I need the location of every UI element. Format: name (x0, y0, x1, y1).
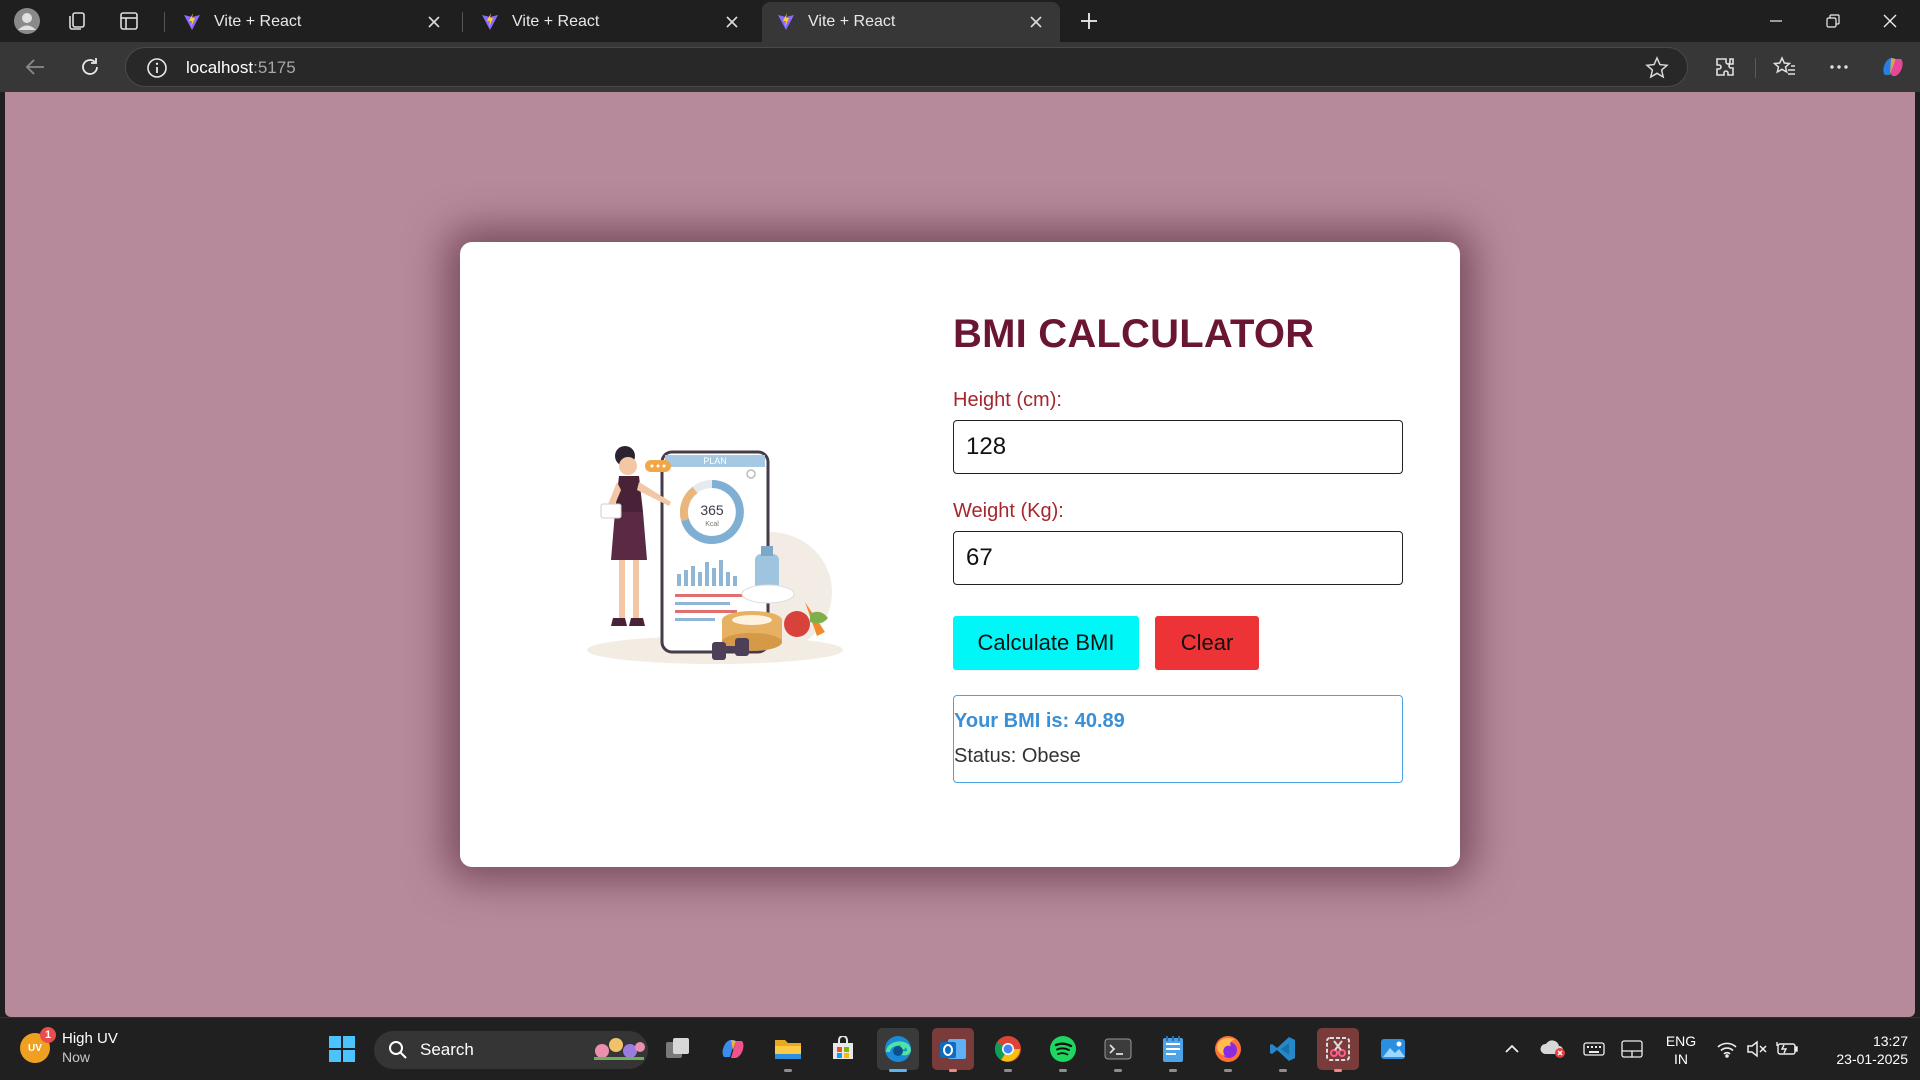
windows-taskbar: UV 1 High UV Now Search ENG IN 13:27 23-… (0, 1017, 1920, 1080)
battery-charging-icon[interactable] (1774, 1036, 1800, 1062)
copilot-icon[interactable] (1876, 50, 1910, 84)
page-viewport: PLAN 365 Kcal BMI CALCULATOR Height (cm)… (5, 92, 1915, 1017)
page-title: BMI CALCULATOR (953, 312, 1315, 356)
snipping-tool-icon[interactable] (1317, 1028, 1359, 1072)
firefox-icon[interactable] (1207, 1028, 1249, 1072)
weight-label: Weight (Kg): (953, 500, 1064, 522)
tab-title: Vite + React (808, 13, 896, 30)
uv-icon-text: UV (28, 1042, 42, 1054)
favorites-icon[interactable] (1768, 50, 1802, 84)
tab-separator (164, 12, 165, 32)
calculate-bmi-button[interactable]: Calculate BMI (953, 616, 1139, 670)
height-label: Height (cm): (953, 389, 1062, 411)
edge-browser-icon[interactable] (877, 1028, 919, 1072)
kcal-unit-text: Kcal (705, 521, 719, 528)
keyboard-icon[interactable] (1580, 1036, 1608, 1062)
close-tab-icon[interactable] (722, 12, 742, 32)
notification-badge: 1 (40, 1027, 56, 1043)
bmi-card: PLAN 365 Kcal BMI CALCULATOR Height (cm)… (460, 242, 1460, 867)
site-info-icon[interactable] (146, 57, 168, 79)
close-tab-icon[interactable] (1026, 12, 1046, 32)
weight-input[interactable]: 67 (953, 531, 1403, 585)
notepad-icon[interactable] (1152, 1028, 1194, 1072)
clock-date: 23-01-2025 (1836, 1051, 1908, 1067)
bmi-form: BMI CALCULATOR Height (cm): 128 Weight (… (953, 312, 1405, 783)
search-highlight-flowers-icon (594, 1038, 645, 1060)
vertical-tabs-icon[interactable] (114, 6, 144, 36)
wifi-icon[interactable] (1714, 1036, 1740, 1062)
file-explorer-icon[interactable] (767, 1028, 809, 1072)
bmi-status-text: Status: Obese (954, 745, 1081, 767)
vite-icon (482, 13, 498, 30)
terminal-icon[interactable] (1097, 1028, 1139, 1072)
touchpad-icon[interactable] (1618, 1036, 1646, 1062)
refresh-icon[interactable] (73, 50, 107, 84)
minimize-window-icon[interactable] (1748, 0, 1804, 42)
clock-time: 13:27 (1872, 1033, 1908, 1049)
browser-tab-strip: Vite + React Vite + React Vite + React (0, 0, 1920, 42)
tab-3-active[interactable]: Vite + React (762, 2, 1060, 42)
tab-title: Vite + React (214, 13, 302, 30)
weather-widget[interactable]: UV 1 High UV Now (20, 1027, 118, 1067)
tab-title: Vite + React (512, 13, 600, 30)
plan-text: PLAN (703, 456, 727, 466)
language-line2: IN (1674, 1051, 1688, 1067)
address-bar[interactable]: localhost:5175 (125, 47, 1688, 87)
more-menu-icon[interactable] (1822, 50, 1856, 84)
kcal-value-text: 365 (700, 502, 724, 518)
start-windows-icon[interactable] (321, 1028, 363, 1070)
result-box: Your BMI is: 40.89 Status: Obese (953, 695, 1403, 783)
chrome-icon[interactable] (987, 1028, 1029, 1072)
tab-1[interactable]: Vite + React (168, 2, 458, 42)
weather-title: High UV (62, 1030, 118, 1047)
workspaces-icon[interactable] (62, 6, 92, 36)
fitness-plan-illustration: PLAN 365 Kcal (587, 446, 843, 664)
bmi-result-text: Your BMI is: 40.89 (954, 710, 1125, 732)
copilot-app-icon[interactable] (712, 1028, 754, 1070)
clock[interactable]: 13:27 23-01-2025 (1808, 1032, 1908, 1068)
show-hidden-icons-chevron-icon[interactable] (1500, 1036, 1524, 1062)
new-tab-plus-icon[interactable] (1074, 6, 1104, 36)
url-host: localhost (186, 58, 254, 77)
browser-toolbar: localhost:5175 (0, 42, 1920, 92)
profile-avatar-icon[interactable] (12, 6, 42, 36)
weather-subtitle: Now (62, 1049, 91, 1065)
vite-icon (778, 13, 794, 30)
taskbar-search-box[interactable]: Search (374, 1031, 648, 1069)
volume-muted-icon[interactable] (1744, 1036, 1770, 1062)
url-text: localhost:5175 (186, 58, 296, 78)
tab-2[interactable]: Vite + React (466, 2, 756, 42)
restore-window-icon[interactable] (1805, 0, 1861, 42)
language-indicator[interactable]: ENG IN (1656, 1032, 1706, 1068)
search-label: Search (420, 1040, 474, 1059)
search-icon (389, 1041, 407, 1059)
task-view-icon[interactable] (657, 1028, 699, 1070)
favorite-star-icon[interactable] (1645, 56, 1669, 80)
language-line1: ENG (1665, 1033, 1697, 1049)
button-row: Calculate BMI Clear (953, 616, 1405, 670)
back-arrow-icon[interactable] (18, 50, 52, 84)
url-port: :5175 (253, 58, 296, 77)
outlook-icon[interactable] (932, 1028, 974, 1072)
toolbar-separator (1755, 58, 1756, 78)
extensions-icon[interactable] (1708, 50, 1742, 84)
close-tab-icon[interactable] (424, 12, 444, 32)
vscode-icon[interactable] (1262, 1028, 1304, 1072)
vite-icon (184, 13, 200, 30)
clear-button[interactable]: Clear (1155, 616, 1259, 670)
uv-weather-icon: UV 1 (20, 1027, 56, 1063)
tab-separator (462, 12, 463, 32)
close-window-icon[interactable] (1862, 0, 1918, 42)
microsoft-store-icon[interactable] (822, 1028, 864, 1070)
height-input[interactable]: 128 (953, 420, 1403, 474)
spotify-icon[interactable] (1042, 1028, 1084, 1072)
photos-icon[interactable] (1372, 1028, 1414, 1070)
onedrive-error-icon[interactable] (1538, 1036, 1568, 1062)
